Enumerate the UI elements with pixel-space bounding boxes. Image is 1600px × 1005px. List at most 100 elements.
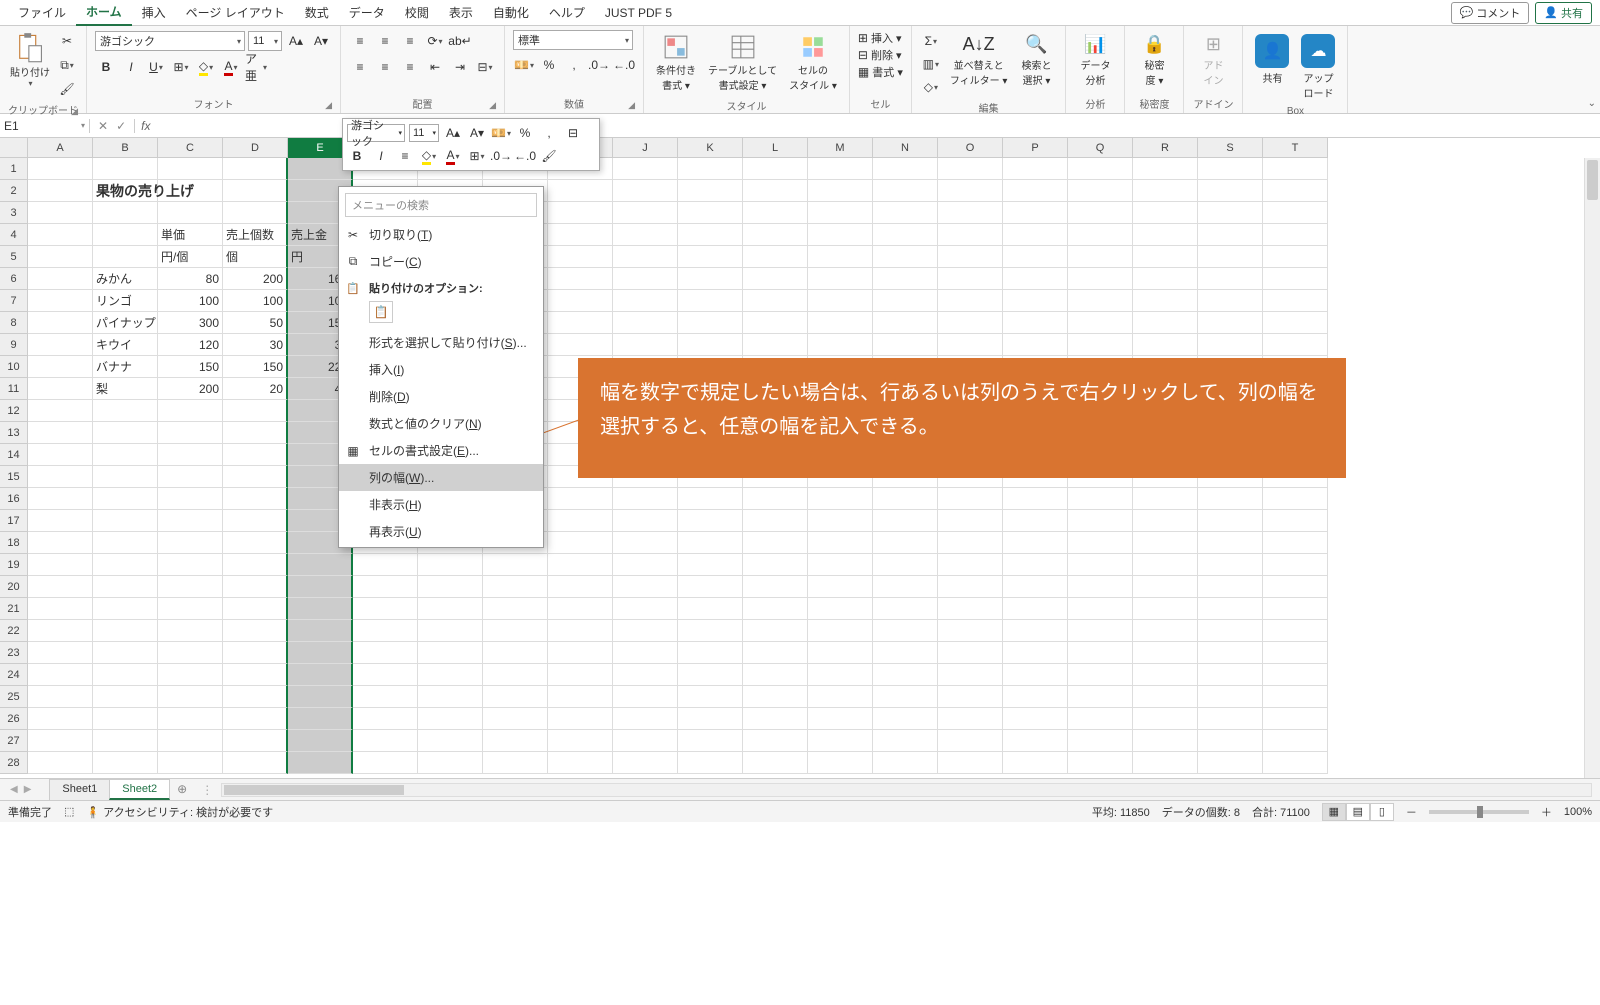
col-header-n[interactable]: N	[873, 138, 938, 158]
font-name-combo[interactable]: 游ゴシック	[95, 31, 245, 51]
cell-P17[interactable]	[1003, 510, 1068, 532]
cell-D5[interactable]: 個	[223, 246, 288, 268]
cell-I4[interactable]	[548, 224, 613, 246]
mini-accounting-button[interactable]: 💴▾	[491, 123, 511, 143]
context-paste-special[interactable]: 形式を選択して貼り付け(S)...	[339, 329, 543, 356]
cell-J6[interactable]	[613, 268, 678, 290]
cell-B14[interactable]	[93, 444, 158, 466]
decrease-indent-button[interactable]: ⇤	[424, 56, 446, 78]
cell-A4[interactable]	[28, 224, 93, 246]
cell-M4[interactable]	[808, 224, 873, 246]
cell-K23[interactable]	[678, 642, 743, 664]
cell-A19[interactable]	[28, 554, 93, 576]
cell-S25[interactable]	[1198, 686, 1263, 708]
cell-E22[interactable]	[288, 620, 353, 642]
col-header-b[interactable]: B	[93, 138, 158, 158]
cell-K20[interactable]	[678, 576, 743, 598]
row-header-15[interactable]: 15	[0, 466, 28, 488]
cell-M1[interactable]	[808, 158, 873, 180]
accounting-button[interactable]: 💴▾	[513, 54, 535, 76]
cell-O17[interactable]	[938, 510, 1003, 532]
cell-C7[interactable]: 100	[158, 290, 223, 312]
cell-L28[interactable]	[743, 752, 808, 774]
col-header-r[interactable]: R	[1133, 138, 1198, 158]
cell-P22[interactable]	[1003, 620, 1068, 642]
cell-D15[interactable]	[223, 466, 288, 488]
row-header-24[interactable]: 24	[0, 664, 28, 686]
cell-O16[interactable]	[938, 488, 1003, 510]
cell-M3[interactable]	[808, 202, 873, 224]
cell-J16[interactable]	[613, 488, 678, 510]
cell-F20[interactable]	[353, 576, 418, 598]
cell-O21[interactable]	[938, 598, 1003, 620]
cell-S17[interactable]	[1198, 510, 1263, 532]
cell-S8[interactable]	[1198, 312, 1263, 334]
cell-J28[interactable]	[613, 752, 678, 774]
align-middle-button[interactable]: ≡	[374, 30, 396, 52]
context-copy[interactable]: ⧉コピー(C)	[339, 248, 543, 275]
cell-H22[interactable]	[483, 620, 548, 642]
cell-R8[interactable]	[1133, 312, 1198, 334]
cell-B11[interactable]: 梨	[93, 378, 158, 400]
cell-R16[interactable]	[1133, 488, 1198, 510]
cell-H25[interactable]	[483, 686, 548, 708]
cell-O22[interactable]	[938, 620, 1003, 642]
cell-T24[interactable]	[1263, 664, 1328, 686]
cell-P1[interactable]	[1003, 158, 1068, 180]
format-painter-button[interactable]: 🖌	[56, 78, 78, 100]
align-bottom-button[interactable]: ≡	[399, 30, 421, 52]
cell-C21[interactable]	[158, 598, 223, 620]
cell-M19[interactable]	[808, 554, 873, 576]
cell-M21[interactable]	[808, 598, 873, 620]
cell-M18[interactable]	[808, 532, 873, 554]
decrease-font-button[interactable]: A▾	[310, 30, 332, 52]
find-select-button[interactable]: 🔍検索と 選択 ▾	[1015, 30, 1057, 91]
cell-R24[interactable]	[1133, 664, 1198, 686]
cell-A5[interactable]	[28, 246, 93, 268]
cell-A28[interactable]	[28, 752, 93, 774]
cell-C16[interactable]	[158, 488, 223, 510]
cell-J8[interactable]	[613, 312, 678, 334]
cell-C14[interactable]	[158, 444, 223, 466]
cell-P26[interactable]	[1003, 708, 1068, 730]
conditional-format-button[interactable]: 条件付き 書式 ▾	[652, 30, 700, 96]
cell-R23[interactable]	[1133, 642, 1198, 664]
cell-I27[interactable]	[548, 730, 613, 752]
enter-formula-button[interactable]: ✓	[116, 119, 126, 133]
cell-H20[interactable]	[483, 576, 548, 598]
cell-N28[interactable]	[873, 752, 938, 774]
cell-B3[interactable]	[93, 202, 158, 224]
cell-L3[interactable]	[743, 202, 808, 224]
tab-review[interactable]: 校閲	[395, 0, 439, 25]
cell-O19[interactable]	[938, 554, 1003, 576]
cell-F24[interactable]	[353, 664, 418, 686]
cell-K1[interactable]	[678, 158, 743, 180]
cell-J19[interactable]	[613, 554, 678, 576]
cell-H28[interactable]	[483, 752, 548, 774]
cell-A12[interactable]	[28, 400, 93, 422]
cell-E21[interactable]	[288, 598, 353, 620]
cell-A25[interactable]	[28, 686, 93, 708]
cell-B6[interactable]: みかん	[93, 268, 158, 290]
cell-B21[interactable]	[93, 598, 158, 620]
cell-M26[interactable]	[808, 708, 873, 730]
cell-P4[interactable]	[1003, 224, 1068, 246]
cell-G25[interactable]	[418, 686, 483, 708]
paste-option-default[interactable]: 📋	[369, 301, 393, 323]
col-header-q[interactable]: Q	[1068, 138, 1133, 158]
cell-C8[interactable]: 300	[158, 312, 223, 334]
cell-A24[interactable]	[28, 664, 93, 686]
cell-D16[interactable]	[223, 488, 288, 510]
cut-button[interactable]: ✂	[56, 30, 78, 52]
cell-K22[interactable]	[678, 620, 743, 642]
phonetic-button[interactable]: ア亜▾	[245, 56, 267, 78]
cell-K2[interactable]	[678, 180, 743, 202]
col-header-l[interactable]: L	[743, 138, 808, 158]
row-header-16[interactable]: 16	[0, 488, 28, 510]
row-header-9[interactable]: 9	[0, 334, 28, 356]
cell-F27[interactable]	[353, 730, 418, 752]
cell-M16[interactable]	[808, 488, 873, 510]
cell-B7[interactable]: リンゴ	[93, 290, 158, 312]
cell-P25[interactable]	[1003, 686, 1068, 708]
cell-B8[interactable]: パイナップ	[93, 312, 158, 334]
